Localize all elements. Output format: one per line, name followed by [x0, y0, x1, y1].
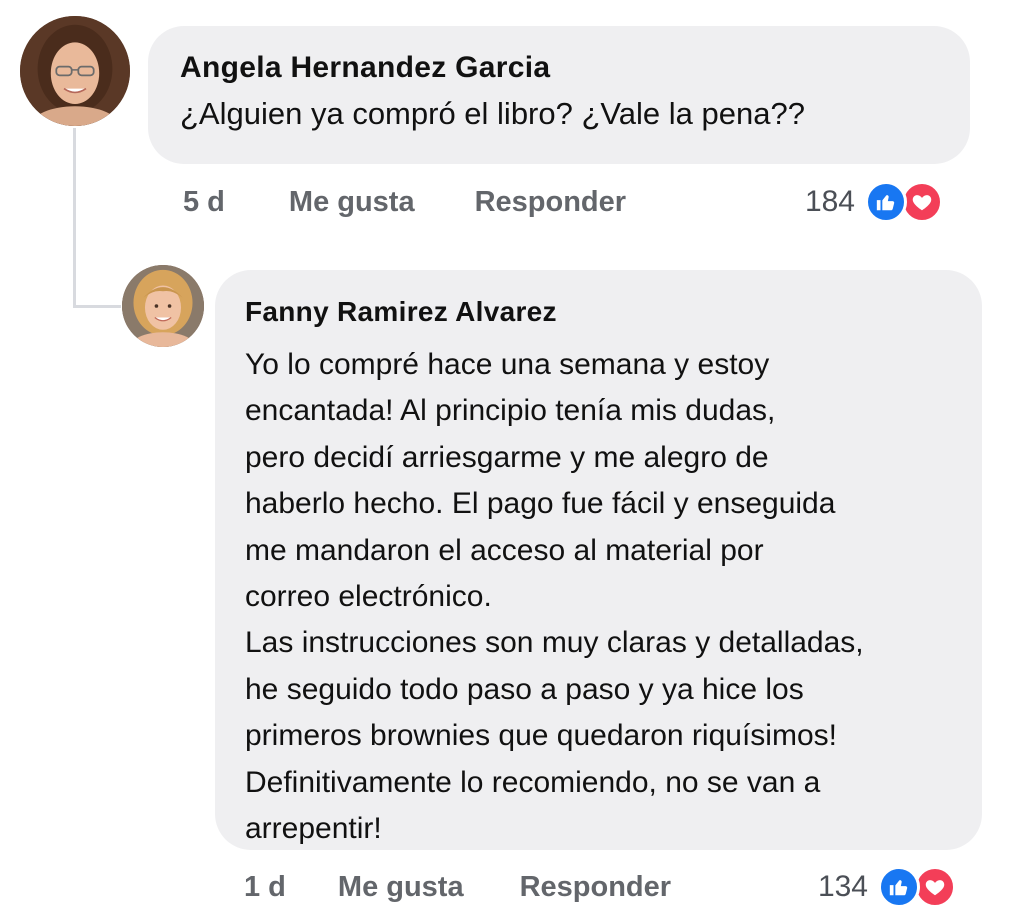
- like-button[interactable]: Me gusta: [289, 186, 415, 219]
- reply-button[interactable]: Responder: [520, 871, 671, 904]
- thread-line-horizontal: [73, 305, 121, 308]
- comment-author[interactable]: Fanny Ramirez Alvarez: [245, 292, 958, 332]
- comment-text: Yo lo compré hace una semana y estoy enc…: [245, 348, 864, 846]
- comment-bubble: Angela Hernandez Garcia ¿Alguien ya comp…: [148, 26, 970, 164]
- like-button[interactable]: Me gusta: [338, 871, 464, 904]
- avatar[interactable]: [20, 16, 130, 126]
- like-icon: [878, 866, 920, 908]
- thread-line-vertical: [73, 128, 76, 308]
- reactions-summary[interactable]: 134: [818, 866, 956, 908]
- comment-author[interactable]: Angela Hernandez Garcia: [180, 48, 938, 88]
- comment-timestamp[interactable]: 1 d: [244, 871, 286, 904]
- avatar-photo-icon: [122, 265, 204, 347]
- avatar-photo-icon: [20, 16, 130, 126]
- love-icon: [914, 866, 956, 908]
- reaction-count: 134: [817, 870, 868, 903]
- reaction-count: 184: [804, 185, 855, 218]
- comment-bubble: Fanny Ramirez Alvarez Yo lo compré hace …: [215, 270, 982, 850]
- comment-thread: Angela Hernandez Garcia ¿Alguien ya comp…: [0, 0, 1024, 919]
- reactions-summary[interactable]: 184: [805, 181, 943, 223]
- like-icon: [865, 181, 907, 223]
- reply-button[interactable]: Responder: [475, 186, 626, 219]
- avatar[interactable]: [122, 265, 204, 347]
- comment-text: ¿Alguien ya compró el libro? ¿Vale la pe…: [180, 96, 805, 131]
- comment-actions: 1 d Me gusta Responder 134: [244, 865, 956, 909]
- comment-actions: 5 d Me gusta Responder 184: [183, 180, 943, 224]
- comment-timestamp[interactable]: 5 d: [183, 186, 225, 219]
- love-icon: [901, 181, 943, 223]
